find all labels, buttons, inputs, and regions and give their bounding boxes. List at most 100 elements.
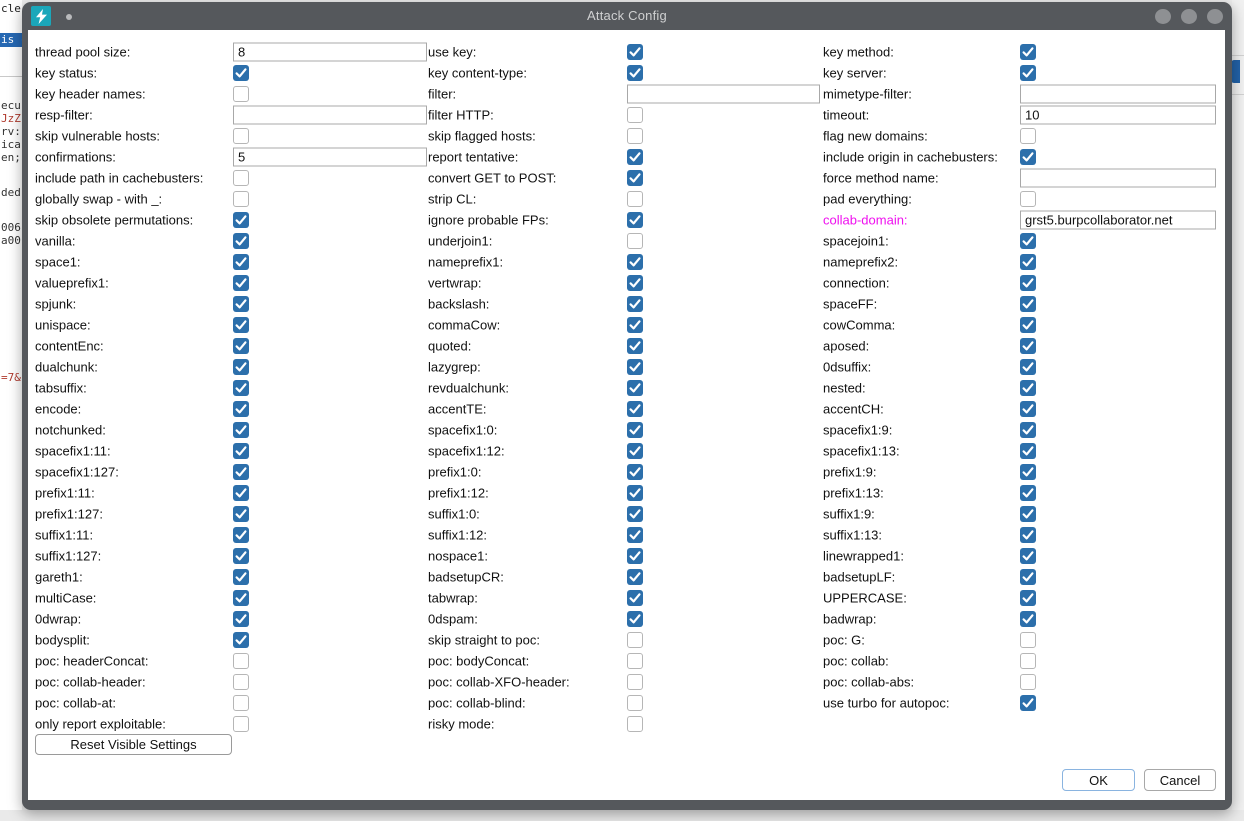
checkbox[interactable] xyxy=(627,401,643,417)
checkbox[interactable] xyxy=(627,632,643,648)
checkbox[interactable] xyxy=(627,548,643,564)
checkbox[interactable] xyxy=(233,254,249,270)
checkbox[interactable] xyxy=(1020,317,1036,333)
checkbox[interactable] xyxy=(627,317,643,333)
checkbox[interactable] xyxy=(1020,653,1036,669)
checkbox[interactable] xyxy=(233,611,249,627)
checkbox[interactable] xyxy=(1020,233,1036,249)
reset-visible-settings-button[interactable]: Reset Visible Settings xyxy=(35,734,232,755)
checkbox[interactable] xyxy=(233,443,249,459)
checkbox[interactable] xyxy=(233,191,249,207)
checkbox[interactable] xyxy=(233,716,249,732)
text-input[interactable] xyxy=(1020,168,1216,187)
checkbox[interactable] xyxy=(233,422,249,438)
checkbox[interactable] xyxy=(1020,275,1036,291)
checkbox[interactable] xyxy=(233,212,249,228)
checkbox[interactable] xyxy=(1020,128,1036,144)
checkbox[interactable] xyxy=(1020,527,1036,543)
checkbox[interactable] xyxy=(627,506,643,522)
checkbox[interactable] xyxy=(627,380,643,396)
checkbox[interactable] xyxy=(1020,443,1036,459)
checkbox[interactable] xyxy=(627,695,643,711)
checkbox[interactable] xyxy=(627,107,643,123)
cancel-button[interactable]: Cancel xyxy=(1144,769,1216,791)
checkbox[interactable] xyxy=(627,485,643,501)
checkbox[interactable] xyxy=(627,254,643,270)
checkbox[interactable] xyxy=(233,86,249,102)
text-input[interactable] xyxy=(233,105,427,124)
checkbox[interactable] xyxy=(233,569,249,585)
text-input[interactable] xyxy=(627,84,820,103)
checkbox[interactable] xyxy=(1020,65,1036,81)
checkbox[interactable] xyxy=(627,170,643,186)
checkbox[interactable] xyxy=(627,296,643,312)
title-bar[interactable]: Attack Config xyxy=(22,2,1232,30)
checkbox[interactable] xyxy=(627,443,643,459)
checkbox[interactable] xyxy=(627,464,643,480)
checkbox[interactable] xyxy=(233,653,249,669)
checkbox[interactable] xyxy=(1020,44,1036,60)
checkbox[interactable] xyxy=(233,338,249,354)
checkbox[interactable] xyxy=(627,275,643,291)
checkbox[interactable] xyxy=(1020,506,1036,522)
checkbox[interactable] xyxy=(233,401,249,417)
checkbox[interactable] xyxy=(627,359,643,375)
text-input[interactable] xyxy=(1020,210,1216,229)
checkbox[interactable] xyxy=(1020,380,1036,396)
checkbox[interactable] xyxy=(1020,254,1036,270)
ok-button[interactable]: OK xyxy=(1062,769,1135,791)
checkbox[interactable] xyxy=(1020,611,1036,627)
checkbox[interactable] xyxy=(1020,464,1036,480)
text-input[interactable] xyxy=(1020,105,1216,124)
checkbox[interactable] xyxy=(233,128,249,144)
checkbox[interactable] xyxy=(627,128,643,144)
checkbox[interactable] xyxy=(233,233,249,249)
checkbox[interactable] xyxy=(233,632,249,648)
checkbox[interactable] xyxy=(233,464,249,480)
checkbox[interactable] xyxy=(233,380,249,396)
checkbox[interactable] xyxy=(627,716,643,732)
checkbox[interactable] xyxy=(627,611,643,627)
checkbox[interactable] xyxy=(233,170,249,186)
text-input[interactable] xyxy=(233,147,427,166)
checkbox[interactable] xyxy=(627,527,643,543)
checkbox[interactable] xyxy=(1020,548,1036,564)
checkbox[interactable] xyxy=(1020,590,1036,606)
text-input[interactable] xyxy=(233,42,427,61)
checkbox[interactable] xyxy=(627,233,643,249)
checkbox[interactable] xyxy=(627,674,643,690)
checkbox[interactable] xyxy=(233,527,249,543)
checkbox[interactable] xyxy=(1020,149,1036,165)
checkbox[interactable] xyxy=(627,569,643,585)
checkbox[interactable] xyxy=(1020,191,1036,207)
checkbox[interactable] xyxy=(627,191,643,207)
checkbox[interactable] xyxy=(233,674,249,690)
checkbox[interactable] xyxy=(1020,359,1036,375)
checkbox[interactable] xyxy=(627,590,643,606)
checkbox[interactable] xyxy=(233,275,249,291)
text-input[interactable] xyxy=(1020,84,1216,103)
checkbox[interactable] xyxy=(1020,632,1036,648)
checkbox[interactable] xyxy=(233,296,249,312)
checkbox[interactable] xyxy=(627,149,643,165)
close-button[interactable] xyxy=(1207,9,1223,24)
checkbox[interactable] xyxy=(627,65,643,81)
checkbox[interactable] xyxy=(627,653,643,669)
checkbox[interactable] xyxy=(627,44,643,60)
checkbox[interactable] xyxy=(1020,422,1036,438)
checkbox[interactable] xyxy=(627,212,643,228)
checkbox[interactable] xyxy=(233,485,249,501)
checkbox[interactable] xyxy=(1020,674,1036,690)
checkbox[interactable] xyxy=(1020,338,1036,354)
checkbox[interactable] xyxy=(1020,569,1036,585)
checkbox[interactable] xyxy=(627,338,643,354)
checkbox[interactable] xyxy=(233,65,249,81)
checkbox[interactable] xyxy=(233,506,249,522)
checkbox[interactable] xyxy=(233,548,249,564)
checkbox[interactable] xyxy=(233,359,249,375)
checkbox[interactable] xyxy=(233,695,249,711)
minimize-button[interactable] xyxy=(1155,9,1171,24)
checkbox[interactable] xyxy=(233,590,249,606)
checkbox[interactable] xyxy=(233,317,249,333)
checkbox[interactable] xyxy=(1020,401,1036,417)
